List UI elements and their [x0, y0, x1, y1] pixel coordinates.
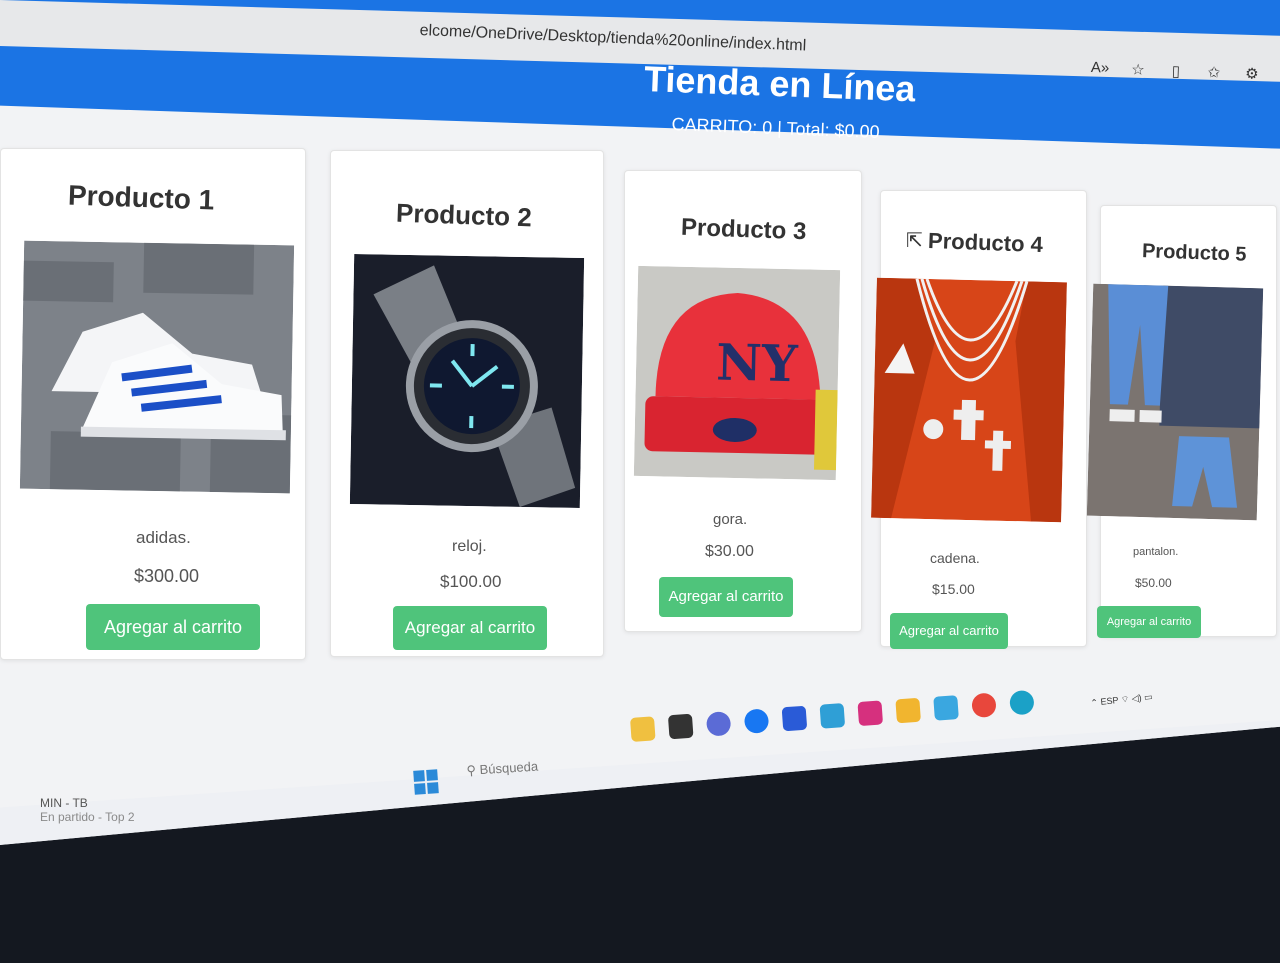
product-description: cadena.	[930, 550, 980, 566]
windows-start-icon[interactable]	[413, 769, 439, 795]
file-explorer-icon[interactable]	[630, 716, 656, 742]
sneaker-image	[19, 240, 295, 494]
split-screen-icon[interactable]: ▯	[1166, 62, 1187, 81]
chrome-icon[interactable]	[971, 692, 997, 719]
product-description: pantalon.	[1133, 546, 1179, 558]
product-price: $30.00	[705, 543, 754, 560]
add-to-cart-button[interactable]: Agregar al carrito	[393, 606, 547, 650]
widget-status: En partido - Top 2	[40, 810, 135, 824]
wifi-icon[interactable]: ⌔	[1120, 694, 1129, 705]
jeans-image	[1086, 283, 1264, 521]
instagram-icon[interactable]	[857, 700, 884, 727]
product-name: Producto 3	[680, 213, 807, 246]
cap-image: NY	[633, 265, 841, 481]
cursor-icon: ⇱	[906, 230, 923, 252]
widget-score: MIN - TB	[40, 796, 88, 810]
product-name: Producto 1	[67, 179, 215, 216]
watch-image	[349, 254, 585, 508]
product-description: reloj.	[452, 538, 487, 555]
app-icon[interactable]	[819, 703, 846, 729]
add-to-cart-button[interactable]: Agregar al carrito	[1097, 606, 1201, 638]
add-to-cart-button[interactable]: Agregar al carrito	[659, 577, 793, 617]
search-placeholder: Búsqueda	[479, 758, 539, 778]
facebook-icon[interactable]	[743, 708, 770, 734]
chevron-up-icon[interactable]: ⌃	[1090, 697, 1099, 708]
product-price: $50.00	[1135, 576, 1172, 590]
app-icon[interactable]	[667, 713, 694, 740]
folder-icon[interactable]	[895, 697, 921, 724]
chain-image	[871, 277, 1067, 523]
chat-icon[interactable]	[705, 711, 732, 737]
sports-widget[interactable]: MIN - TB En partido - Top 2	[40, 796, 135, 824]
language-indicator[interactable]: ESP	[1100, 695, 1119, 707]
svg-text:NY: NY	[716, 333, 800, 394]
product-name: Producto 4	[927, 228, 1044, 257]
battery-icon[interactable]: ▭	[1144, 691, 1154, 702]
add-to-cart-button[interactable]: Agregar al carrito	[890, 613, 1008, 649]
search-icon: ⚲	[466, 762, 477, 778]
store-icon[interactable]	[781, 705, 808, 732]
extensions-icon[interactable]: ⚙	[1242, 64, 1263, 83]
add-to-cart-button[interactable]: Agregar al carrito	[86, 604, 260, 650]
edge-icon[interactable]	[1009, 689, 1035, 716]
read-aloud-icon[interactable]: A»	[1090, 59, 1111, 78]
star-icon[interactable]: ☆	[1128, 60, 1149, 79]
app-icon[interactable]	[933, 695, 959, 721]
product-price: $300.00	[134, 566, 200, 586]
product-price: $100.00	[440, 572, 502, 591]
product-description: adidas.	[136, 528, 191, 547]
product-name: Producto 2	[395, 197, 533, 233]
product-description: gora.	[713, 511, 748, 528]
product-price: $15.00	[932, 581, 975, 597]
product-name: Producto 5	[1141, 240, 1247, 266]
volume-icon[interactable]: ◁)	[1131, 693, 1142, 704]
favorites-icon[interactable]: ✩	[1204, 63, 1225, 82]
